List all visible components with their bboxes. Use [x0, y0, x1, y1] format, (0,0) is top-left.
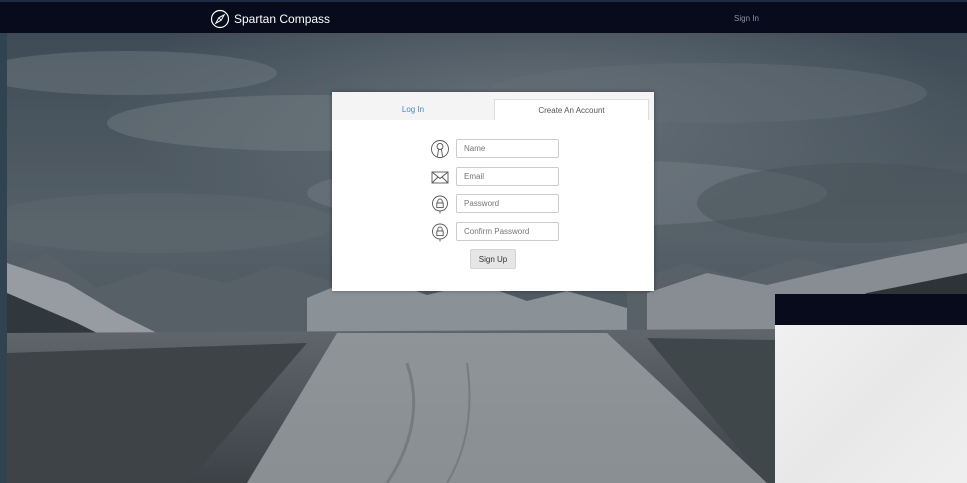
tab-log-in[interactable]: Log In	[332, 99, 494, 120]
lock-icon	[432, 223, 448, 242]
overlay-panel	[775, 294, 967, 483]
name-field[interactable]	[456, 139, 559, 158]
lock-icon	[432, 195, 448, 214]
email-field[interactable]	[456, 167, 559, 186]
brand-name: Spartan Compass	[234, 11, 331, 26]
compass-icon	[210, 9, 230, 28]
confirm-password-row	[430, 222, 559, 242]
brand-link[interactable]: Spartan Compass	[210, 8, 330, 29]
password-row	[430, 194, 559, 214]
tab-create-account[interactable]: Create An Account	[494, 99, 649, 120]
password-field[interactable]	[456, 194, 559, 213]
envelope-icon	[431, 171, 449, 184]
auth-card: Log In Create An Account Name Email Sign…	[332, 92, 654, 291]
top-navbar: Spartan Compass Sign In	[0, 0, 967, 33]
sign-up-button[interactable]: Sign Up	[470, 249, 516, 269]
auth-tabs: Log In Create An Account	[332, 92, 654, 120]
name-row	[430, 139, 559, 159]
overlay-panel-header	[775, 294, 967, 325]
email-row	[430, 167, 559, 187]
overlay-panel-body	[775, 325, 967, 483]
nav-sign-in-link[interactable]: Sign In	[734, 14, 759, 23]
user-icon	[431, 140, 449, 158]
page: Spartan Compass Sign In Log In Create An…	[0, 0, 967, 483]
left-edge-strip	[0, 33, 7, 483]
confirm-password-field[interactable]	[456, 222, 559, 241]
